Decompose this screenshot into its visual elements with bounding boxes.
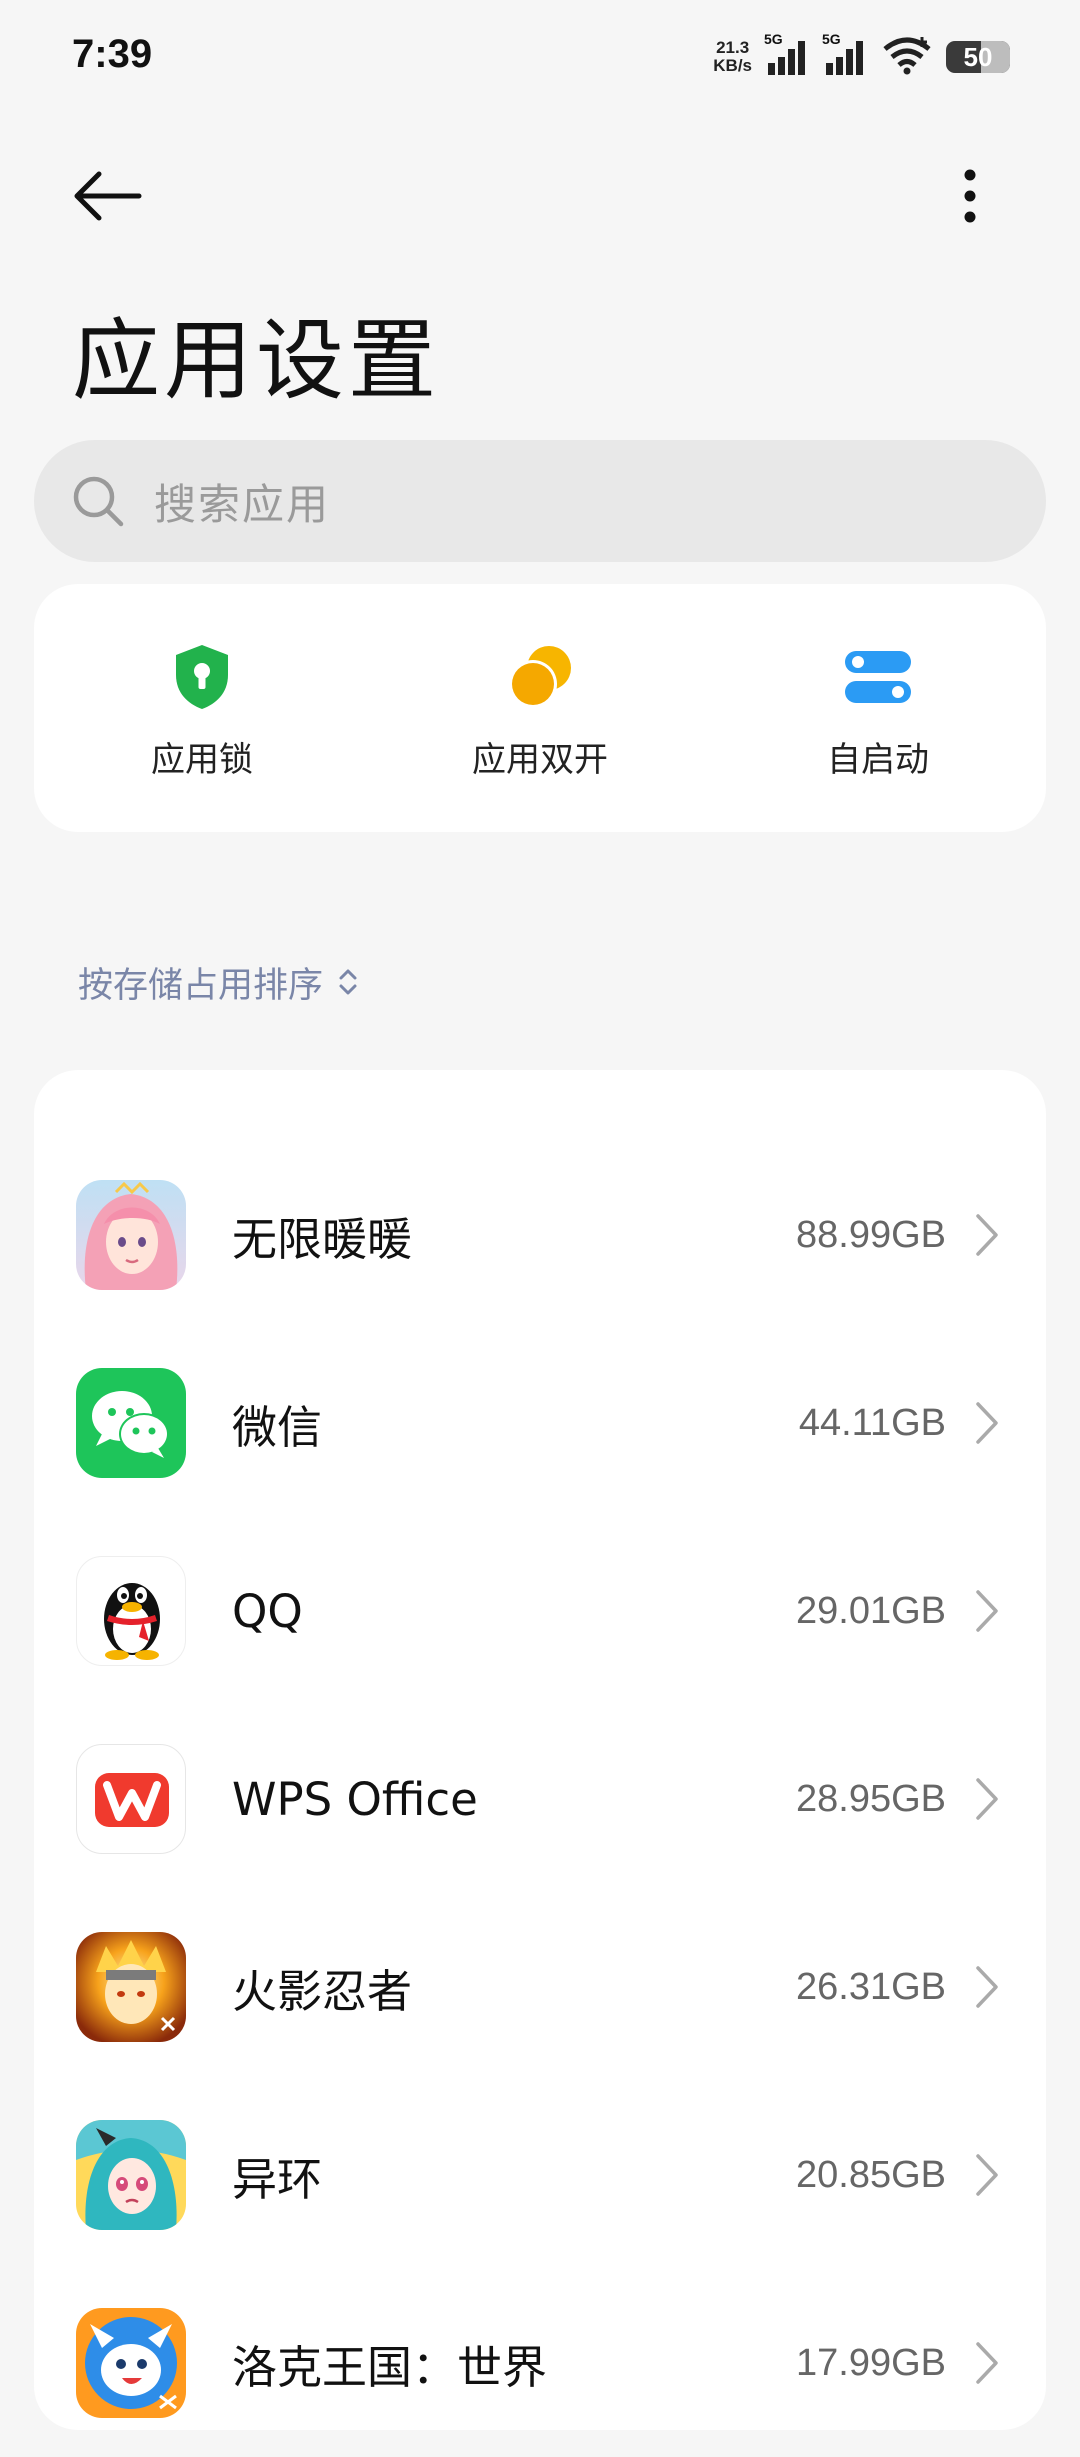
app-name: 火影忍者 <box>232 1964 413 2018</box>
app-name: 无限暖暖 <box>232 1212 413 1266</box>
qq-penguin-icon <box>76 1556 186 1666</box>
search-icon <box>73 476 124 527</box>
network-speed-value: 21.3 <box>716 38 750 57</box>
app-size: 44.11GB <box>798 1401 946 1444</box>
sort-label: 按存储占用排序 <box>78 965 324 1006</box>
wifi-icon <box>882 35 932 79</box>
sim2-network-label: 5G <box>822 31 841 47</box>
roco-kingdom-icon <box>76 2308 186 2418</box>
app-size: 17.99GB <box>796 2341 946 2384</box>
app-row-qq[interactable]: QQ 29.01GB <box>34 1517 1046 1705</box>
shield-lock-icon <box>167 642 237 712</box>
search-input[interactable]: 搜索应用 <box>34 440 1046 562</box>
app-size: 20.85GB <box>796 2153 946 2196</box>
shortcut-label: 应用双开 <box>472 740 608 780</box>
app-row-roco-kingdom[interactable]: 洛克王国：世界 17.99GB <box>34 2269 1046 2457</box>
sort-updown-icon <box>339 969 357 995</box>
network-speed-unit: KB/s <box>713 56 752 75</box>
app-list: 无限暖暖 88.99GB 微信 44.11GB QQ 29.01GB WPS O… <box>34 1070 1046 2430</box>
app-row-wechat[interactable]: 微信 44.11GB <box>34 1329 1046 1517</box>
shortcut-dual-apps[interactable]: 应用双开 <box>430 642 650 782</box>
search-placeholder: 搜索应用 <box>154 479 331 529</box>
dual-circles-icon <box>505 642 575 712</box>
app-row-wps[interactable]: WPS Office 28.95GB <box>34 1705 1046 1893</box>
battery-level: 50 <box>963 41 993 72</box>
app-name: QQ <box>232 1584 303 1638</box>
status-icons: 21.3 KB/s 5G 5G 50 <box>713 31 1010 82</box>
more-options-button[interactable] <box>940 160 1000 232</box>
signal-sim2-icon: 5G <box>822 31 868 77</box>
toggles-icon <box>843 642 913 712</box>
app-size: 28.95GB <box>796 1777 946 1820</box>
shortcut-app-lock[interactable]: 应用锁 <box>92 642 312 782</box>
status-bar: 7:39 21.3 KB/s 5G 5G 50 <box>0 0 1080 120</box>
yihuan-icon <box>76 2120 186 2230</box>
chevron-right-icon <box>976 1778 998 1820</box>
shortcut-autostart[interactable]: 自启动 <box>768 642 988 782</box>
wechat-icon <box>76 1368 186 1478</box>
shortcut-card: 应用锁 应用双开 自启动 <box>34 584 1046 832</box>
app-row-naruto[interactable]: 火影忍者 26.31GB <box>34 1893 1046 2081</box>
app-row-yihuan[interactable]: 异环 20.85GB <box>34 2081 1046 2269</box>
back-button[interactable] <box>66 160 150 232</box>
naruto-icon <box>76 1932 186 2042</box>
status-time: 7:39 <box>72 32 153 76</box>
page-title: 应用设置 <box>72 309 441 412</box>
chevron-right-icon <box>976 2342 998 2384</box>
app-name: 洛克王国：世界 <box>232 2340 548 2394</box>
app-size: 26.31GB <box>796 1965 946 2008</box>
app-name: 微信 <box>232 1400 323 1454</box>
app-row-wuxiannuannuan[interactable]: 无限暖暖 88.99GB <box>34 1141 1046 1329</box>
chevron-right-icon <box>976 1590 998 1632</box>
sim1-network-label: 5G <box>764 31 783 47</box>
shortcut-label: 自启动 <box>827 740 929 780</box>
battery-icon: 50 <box>946 41 1010 73</box>
signal-sim1-icon: 5G <box>764 31 810 77</box>
infinity-nikki-icon <box>76 1180 186 1290</box>
chevron-right-icon <box>976 1214 998 1256</box>
network-speed: 21.3 KB/s <box>713 39 752 75</box>
app-name: 异环 <box>232 2152 323 2206</box>
app-name: WPS Office <box>232 1772 478 1826</box>
shortcut-label: 应用锁 <box>151 740 253 780</box>
chevron-right-icon <box>976 1966 998 2008</box>
back-arrow-icon <box>74 171 142 221</box>
battery-indicator: 50 <box>946 41 1010 73</box>
chevron-right-icon <box>976 1402 998 1444</box>
more-vertical-icon <box>964 169 976 223</box>
sort-selector[interactable]: 按存储占用排序 <box>78 956 359 1008</box>
chevron-right-icon <box>976 2154 998 2196</box>
wps-icon <box>76 1744 186 1854</box>
app-size: 88.99GB <box>796 1213 946 1256</box>
app-size: 29.01GB <box>796 1589 946 1632</box>
